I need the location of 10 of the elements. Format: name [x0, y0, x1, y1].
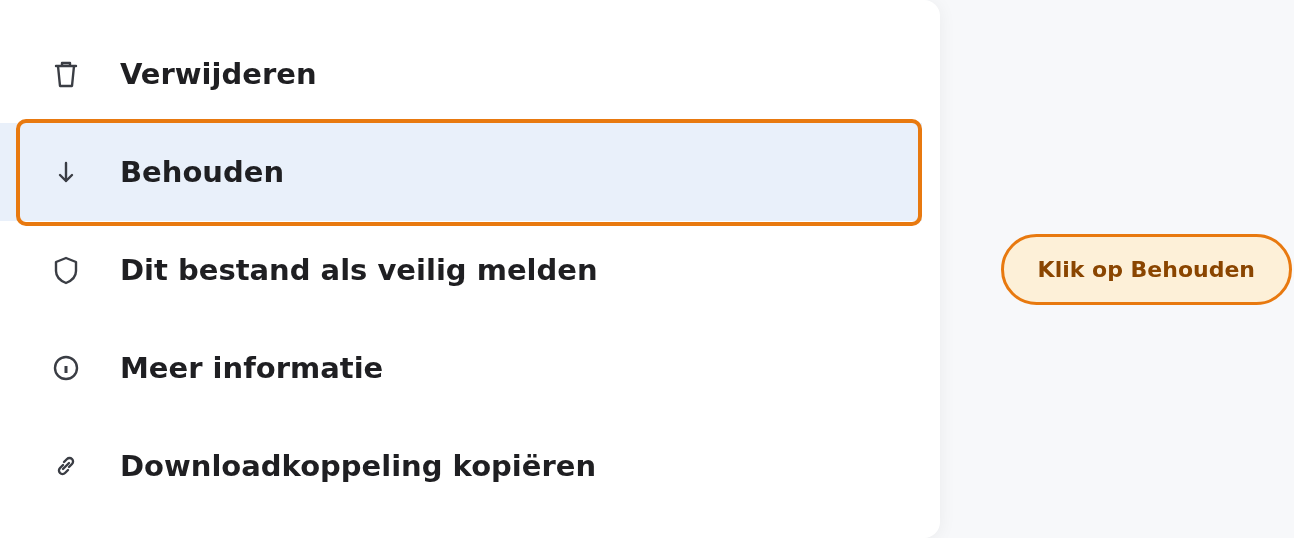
menu-item[interactable]: Verwijderen [0, 25, 922, 123]
menu-item[interactable]: Downloadkoppeling kopiëren [0, 417, 922, 515]
menu-item[interactable]: Meer informatie [0, 319, 922, 417]
menu-item-label: Behouden [120, 155, 285, 189]
menu-item-label: Verwijderen [120, 57, 317, 91]
menu-item-label: Meer informatie [120, 351, 384, 385]
instruction-callout: Klik op Behouden [1000, 233, 1292, 305]
menu-item[interactable]: Dit bestand als veilig melden [0, 221, 922, 319]
menu-item-label: Dit bestand als veilig melden [120, 253, 598, 287]
menu-item-label: Downloadkoppeling kopiëren [120, 449, 597, 483]
